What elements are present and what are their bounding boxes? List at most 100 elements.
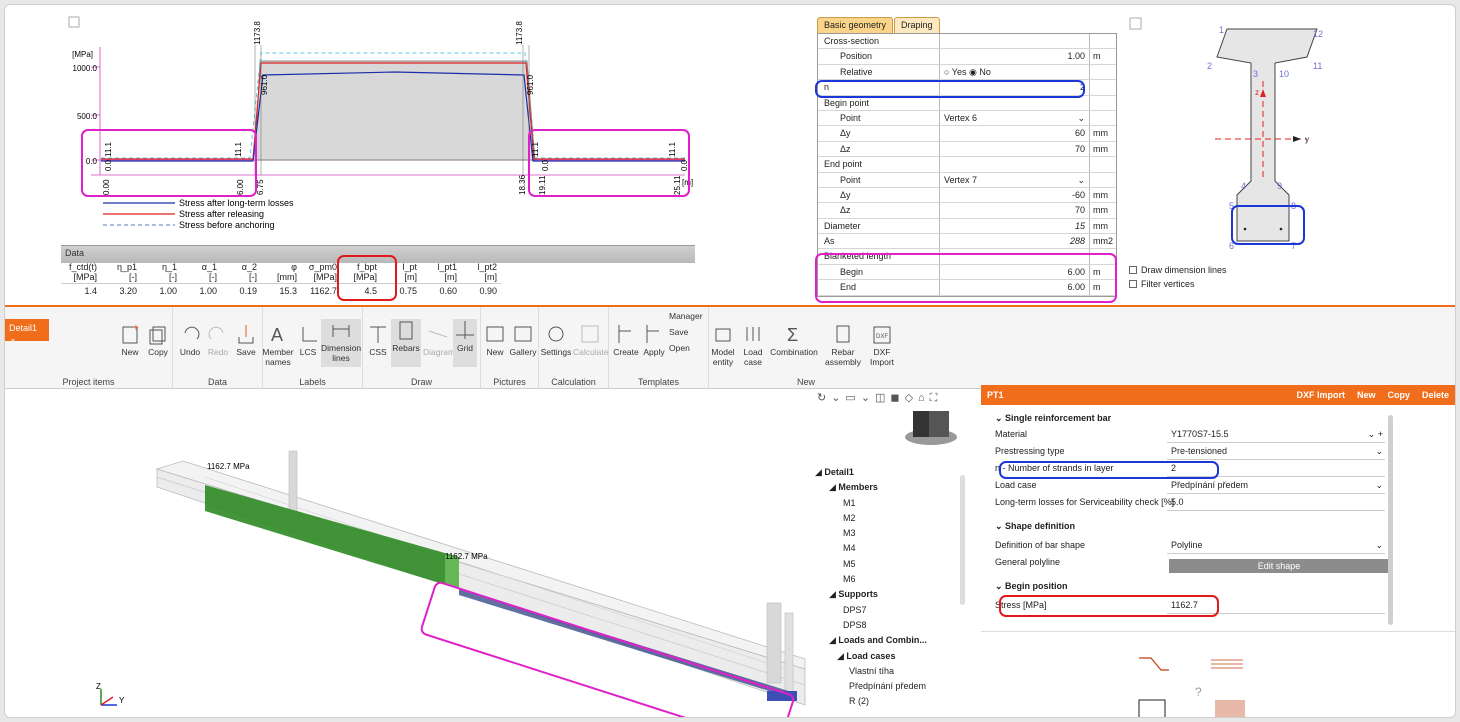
dxf-import-button[interactable]: DXF DXF Import xyxy=(863,323,901,367)
settings-button[interactable]: Settings xyxy=(539,323,573,357)
highlight-sigma xyxy=(337,255,397,301)
section-single-bar[interactable]: ⌄ Single reinforcement bar xyxy=(995,413,1111,424)
svg-text:Z: Z xyxy=(96,682,101,691)
top-label: 1173.8 xyxy=(253,21,262,45)
highlight-right-region xyxy=(528,129,690,197)
material-select[interactable]: Y1770S7-15.5 ⌄ + xyxy=(1167,427,1385,443)
tree-item[interactable]: DPS7 xyxy=(815,603,965,618)
template-save-button[interactable]: Save xyxy=(669,327,711,337)
dimension-lines-button[interactable]: Dimension lines xyxy=(321,319,361,367)
tab-draping[interactable]: Draping xyxy=(894,17,940,33)
material-icon xyxy=(1215,700,1245,717)
grid-button[interactable]: Grid xyxy=(453,319,477,367)
params-table: f_ctd(t) [MPa] η_p1 [-] η_1 [-] α_1 [-] α_2[… xyxy=(61,261,501,298)
redo-button[interactable]: Redo xyxy=(205,323,231,357)
svg-text:A: A xyxy=(271,325,283,345)
combination-button[interactable]: Σ Combination xyxy=(767,323,821,357)
tree-item[interactable]: M3 xyxy=(815,526,965,541)
model-entity-button[interactable]: Model entity xyxy=(709,323,737,367)
edit-shape-button[interactable]: Edit shape xyxy=(1169,559,1389,573)
load-case-button[interactable]: Load case xyxy=(739,323,767,367)
new-link[interactable]: New xyxy=(1357,385,1376,405)
rebars-button[interactable]: Rebars xyxy=(391,319,421,367)
begin-dy-field[interactable]: 60 xyxy=(940,126,1090,141)
css-button[interactable]: CSS xyxy=(365,323,391,357)
svg-text:+: + xyxy=(133,323,139,334)
top-label: 1173.8 xyxy=(515,21,524,45)
manager-button[interactable]: Manager xyxy=(669,311,711,321)
end-dz-field[interactable]: 70 xyxy=(940,203,1090,218)
tree-item[interactable]: Předpínání předem xyxy=(815,679,965,694)
draw-dimension-lines-checkbox[interactable]: Draw dimension lines xyxy=(1129,265,1227,275)
app-frame: [MPa] 1000.0 500.0 0.0 1173.8 1173.8 11.… xyxy=(4,4,1456,718)
tab-basic-geometry[interactable]: Basic geometry xyxy=(817,17,894,33)
tree-item[interactable]: M6 xyxy=(815,572,965,587)
delete-link[interactable]: Delete xyxy=(1422,385,1449,405)
svg-text:10: 10 xyxy=(1279,69,1289,79)
copy-link[interactable]: Copy xyxy=(1387,385,1410,405)
tree-item[interactable]: ◢ Members xyxy=(815,480,965,495)
lcs-button[interactable]: LCS xyxy=(297,323,319,357)
section-shape[interactable]: ⌄ Shape definition xyxy=(995,521,1075,532)
chevron-down-icon: ⌄ xyxy=(1077,112,1085,123)
tree-item[interactable]: M4 xyxy=(815,541,965,556)
tree-scrollbar[interactable] xyxy=(960,475,965,605)
begin-point-select[interactable]: Vertex 6 ⌄ xyxy=(940,110,1090,126)
section-begin-position[interactable]: ⌄ Begin position xyxy=(995,581,1068,592)
undo-button[interactable]: Undo xyxy=(177,323,203,357)
tree-item[interactable]: M2 xyxy=(815,511,965,526)
end-point-select[interactable]: Vertex 7 ⌄ xyxy=(940,172,1090,187)
tree-item[interactable]: M5 xyxy=(815,557,965,572)
legend-long-term: Stress after long-term losses xyxy=(179,198,294,208)
save-button[interactable]: Save xyxy=(233,323,259,357)
tree-item[interactable]: M1 xyxy=(815,496,965,511)
svg-text:Σ: Σ xyxy=(787,325,798,345)
tree-item[interactable]: DPS8 xyxy=(815,618,965,633)
ribbon: Detail1 ⌄ Project items + New Copy Data U… xyxy=(5,305,1455,389)
bar-shape-select[interactable]: Polyline ⌄ xyxy=(1167,538,1385,554)
new-picture-button[interactable]: New xyxy=(483,323,507,357)
axis-y-label: y xyxy=(1305,135,1309,144)
loadcase-select[interactable]: Předpínání předem ⌄ xyxy=(1167,478,1385,494)
filter-vertices-checkbox[interactable]: Filter vertices xyxy=(1129,279,1195,289)
apply-template-button[interactable]: Apply xyxy=(641,323,667,357)
tree-item[interactable]: Vlastní tíha xyxy=(815,664,965,679)
expand-icon[interactable] xyxy=(1129,17,1143,31)
expand-icon[interactable] xyxy=(68,16,80,28)
view-controls[interactable]: ↻⌄▭⌄◫◼◇⌂⛶ xyxy=(817,391,942,405)
calculate-button[interactable]: Calculate xyxy=(573,323,608,357)
svg-text:1: 1 xyxy=(1219,25,1224,35)
begin-dz-field[interactable]: 70 xyxy=(940,141,1090,157)
chevron-down-icon: ⌄ xyxy=(1375,446,1383,456)
as-value: 288 xyxy=(940,234,1090,249)
tree-item[interactable]: ◢ Load cases xyxy=(815,649,965,664)
ribbon-accent xyxy=(5,305,1455,307)
svg-text:4: 4 xyxy=(1241,181,1246,191)
tree-item[interactable]: ◢ Supports xyxy=(815,587,965,602)
position-field[interactable]: 1.00 xyxy=(940,49,1090,64)
diagram-button[interactable]: Diagram xyxy=(423,323,455,357)
highlight-n xyxy=(815,80,1085,98)
svg-text:11: 11 xyxy=(1313,61,1322,71)
stress-diagram: [MPa] 1000.0 500.0 0.0 1173.8 1173.8 11.… xyxy=(68,16,693,230)
losses-field[interactable]: 5.0 xyxy=(1167,495,1385,511)
y-tick: 500.0 xyxy=(77,112,98,121)
panel-scrollbar[interactable] xyxy=(1388,415,1393,625)
relative-radio[interactable]: ○ Yes ◉ No xyxy=(940,64,1090,80)
new-button[interactable]: + New xyxy=(117,323,143,357)
stress-fill xyxy=(254,60,536,161)
copy-button[interactable]: Copy xyxy=(145,323,171,357)
chevron-down-icon: ⌄ + xyxy=(1367,429,1383,439)
prestressing-select[interactable]: Pre-tensioned ⌄ xyxy=(1167,444,1385,460)
end-dy-field[interactable]: -60 xyxy=(940,187,1090,203)
rebar-assembly-button[interactable]: Rebar assembly xyxy=(823,323,863,367)
geometry-tabs: Basic geometry Draping xyxy=(817,17,941,33)
gallery-button[interactable]: Gallery xyxy=(509,323,537,357)
member-names-button[interactable]: A Member names xyxy=(261,323,295,367)
tree-item[interactable]: R (2) xyxy=(815,694,965,709)
create-template-button[interactable]: Create xyxy=(611,323,641,357)
tree-item[interactable]: ◢ Loads and Combin... xyxy=(815,633,965,648)
open-template-button[interactable]: Open xyxy=(669,343,711,353)
tree-item[interactable]: ◢ Detail1 xyxy=(815,465,965,480)
dxf-import-link[interactable]: DXF Import xyxy=(1296,385,1345,405)
